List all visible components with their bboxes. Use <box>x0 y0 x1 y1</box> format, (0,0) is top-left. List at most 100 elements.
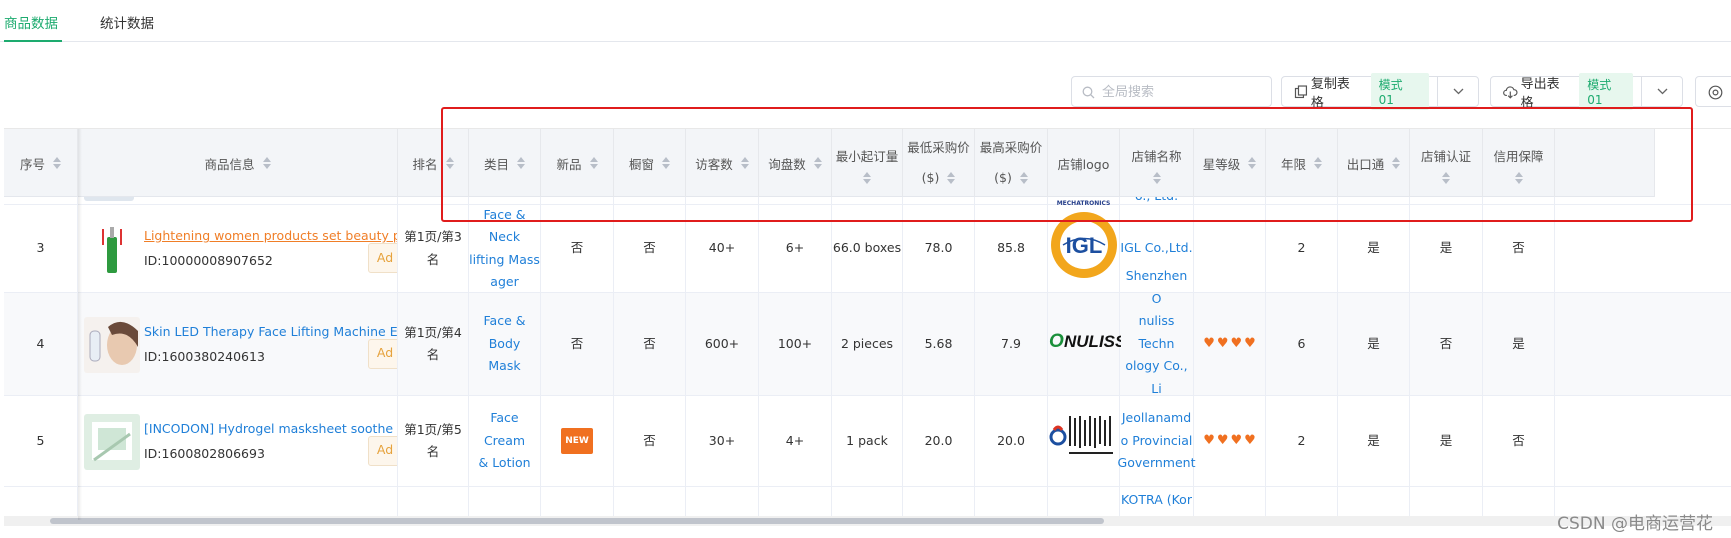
watermark: CSDN @电商运营花 <box>1557 514 1713 534</box>
product-title-link[interactable]: Lightening women products set beauty per… <box>144 225 397 248</box>
copy-table-label: 复制表格 <box>1310 76 1350 111</box>
cell-visitors-text: 40+ <box>708 240 736 256</box>
sort-icon[interactable] <box>1152 172 1161 184</box>
cell-credit-text: 否 <box>1512 240 1525 256</box>
cell-rank-text: 第1页/第4名 <box>404 324 462 363</box>
cell-years-text: 2 <box>1297 432 1306 448</box>
column-header <box>1555 129 1655 197</box>
ad-badge[interactable]: Ad <box>368 338 397 369</box>
export-mode-badge: 模式01 <box>1579 73 1634 110</box>
cell-product: Lightening women products set beauty per… <box>78 205 398 292</box>
new-flag: 否 <box>570 240 584 256</box>
copy-table-button[interactable]: 复制表格 模式 01 <box>1282 73 1439 111</box>
cell-certified-text: 是 <box>1439 432 1453 448</box>
sort-icon[interactable] <box>445 157 454 169</box>
sort-icon[interactable] <box>262 157 271 169</box>
svg-text:IGL: IGL <box>1065 233 1102 258</box>
column-header[interactable]: 排名 <box>398 129 469 197</box>
column-header[interactable]: 橱窗 <box>614 129 686 197</box>
sort-icon[interactable] <box>589 157 598 169</box>
export-mode-dropdown[interactable] <box>1642 77 1682 106</box>
cell-certified: 是 <box>1410 205 1483 292</box>
product-title-link[interactable]: [INCODON] Hydrogel masksheet soothe skin… <box>144 418 397 441</box>
sort-icon[interactable] <box>863 172 871 184</box>
product-thumbnail[interactable] <box>84 413 140 470</box>
cell-new: 否 <box>541 205 614 292</box>
column-header[interactable]: 出口通 <box>1338 129 1410 197</box>
sort-icon[interactable] <box>1514 172 1523 184</box>
sort-icon[interactable] <box>1392 157 1401 169</box>
heart-icon: ♥ <box>1216 432 1229 448</box>
column-header[interactable]: 类目 <box>469 129 541 197</box>
shop-name-link[interactable]: IGL Co.,Ltd. <box>1120 237 1192 260</box>
category-line: Face & Neck <box>483 206 526 245</box>
settings-button[interactable] <box>1695 76 1731 107</box>
shop-name-line: nuliss Techn <box>1138 313 1175 351</box>
column-header[interactable]: 最小起订量 <box>832 129 903 197</box>
ad-badge[interactable]: Ad <box>368 243 397 273</box>
product-title-link[interactable]: Skin LED Therapy Face Lifting Machine Ey… <box>144 321 397 344</box>
category-link[interactable]: Face & Neck lifting Mass ager <box>469 204 540 294</box>
cell-credit: 否 <box>1483 396 1555 486</box>
sort-icon[interactable] <box>1019 172 1028 184</box>
shop-logo[interactable]: O NULISS <box>1047 325 1127 363</box>
product-thumbnail[interactable] <box>84 221 140 277</box>
column-header[interactable]: 信用保障 <box>1483 129 1555 197</box>
cell-max-price: 85.8 <box>975 205 1048 292</box>
column-header[interactable]: 最低采购价 ($) <box>903 129 975 197</box>
table-body: ID:62008978652AdrumMODERN MECHATRONICSo.… <box>4 165 1731 520</box>
shop-logo[interactable]: IGL <box>1049 210 1119 288</box>
sort-icon[interactable] <box>662 157 670 169</box>
cell-moq-text: 2 pieces <box>840 335 894 351</box>
scrollbar-thumb[interactable] <box>50 518 1104 524</box>
cell-visitors: 40+ <box>686 205 759 292</box>
search-input[interactable] <box>1102 81 1262 103</box>
shop-name-link[interactable]: Jeollanamd o Provincial Government <box>1118 407 1196 475</box>
cell-credit-text: 是 <box>1512 335 1525 351</box>
sort-icon[interactable] <box>1442 172 1450 184</box>
cell-inquiries: 100+ <box>759 293 832 395</box>
sort-icon[interactable] <box>740 157 749 169</box>
sort-icon[interactable] <box>947 172 956 184</box>
column-header[interactable]: 商品信息 <box>78 129 398 197</box>
new-flag: 否 <box>570 335 584 351</box>
cell-export: 是 <box>1338 396 1410 486</box>
column-header[interactable]: 最高采购价 ($) <box>975 129 1048 197</box>
shop-logo[interactable] <box>1049 404 1119 478</box>
category-link[interactable]: Face & Body Mask <box>469 310 540 378</box>
column-header[interactable]: 店铺认证 <box>1410 129 1483 197</box>
cell-credit: 是 <box>1483 293 1555 395</box>
column-header[interactable]: 访客数 <box>686 129 759 197</box>
cell-export: 是 <box>1338 205 1410 292</box>
horizontal-scrollbar[interactable] <box>4 516 1731 526</box>
header-label: 店铺认证 <box>1420 149 1471 164</box>
tab-product-data[interactable]: 商品数据 <box>4 12 62 42</box>
category-link[interactable]: Face Cream & Lotion <box>469 407 540 475</box>
column-header[interactable]: 询盘数 <box>759 129 832 197</box>
tab-statistics-data[interactable]: 统计数据 <box>100 12 160 42</box>
svg-text:NULISS: NULISS <box>1064 332 1121 351</box>
sort-icon[interactable] <box>813 157 822 169</box>
sort-icon[interactable] <box>53 157 61 169</box>
product-thumbnail[interactable] <box>84 316 140 373</box>
sort-icon[interactable] <box>1314 157 1322 169</box>
sort-icon[interactable] <box>1248 157 1257 169</box>
copy-icon <box>1294 84 1308 98</box>
table-row[interactable]: 5 [INCODON] Hydrogel masksheet soothe ski… <box>4 396 1731 487</box>
column-header[interactable]: 新品 <box>541 129 614 197</box>
export-table-button[interactable]: 导出表格 模式01 <box>1491 73 1643 111</box>
column-header[interactable]: 店铺logo <box>1048 129 1120 197</box>
ad-badge[interactable]: Ad <box>368 435 397 466</box>
category-line: ager <box>490 274 519 289</box>
cell-window-text: 否 <box>643 335 656 351</box>
column-header[interactable]: 星等级 <box>1194 129 1266 197</box>
table-row[interactable]: 3 Lightening women products set beauty pe… <box>4 205 1731 293</box>
heart-icon: ♥ <box>1244 432 1256 448</box>
table-row[interactable]: 4 Skin LED Therapy Face Lifting Machine E… <box>4 268 1731 418</box>
column-header[interactable]: 年限 <box>1266 129 1338 197</box>
column-header[interactable]: 店铺名称 <box>1120 129 1194 197</box>
column-header[interactable]: 序号 <box>4 129 78 197</box>
copy-mode-dropdown[interactable] <box>1438 77 1478 106</box>
cell-credit: 否 <box>1483 205 1555 292</box>
sort-icon[interactable] <box>517 157 525 169</box>
